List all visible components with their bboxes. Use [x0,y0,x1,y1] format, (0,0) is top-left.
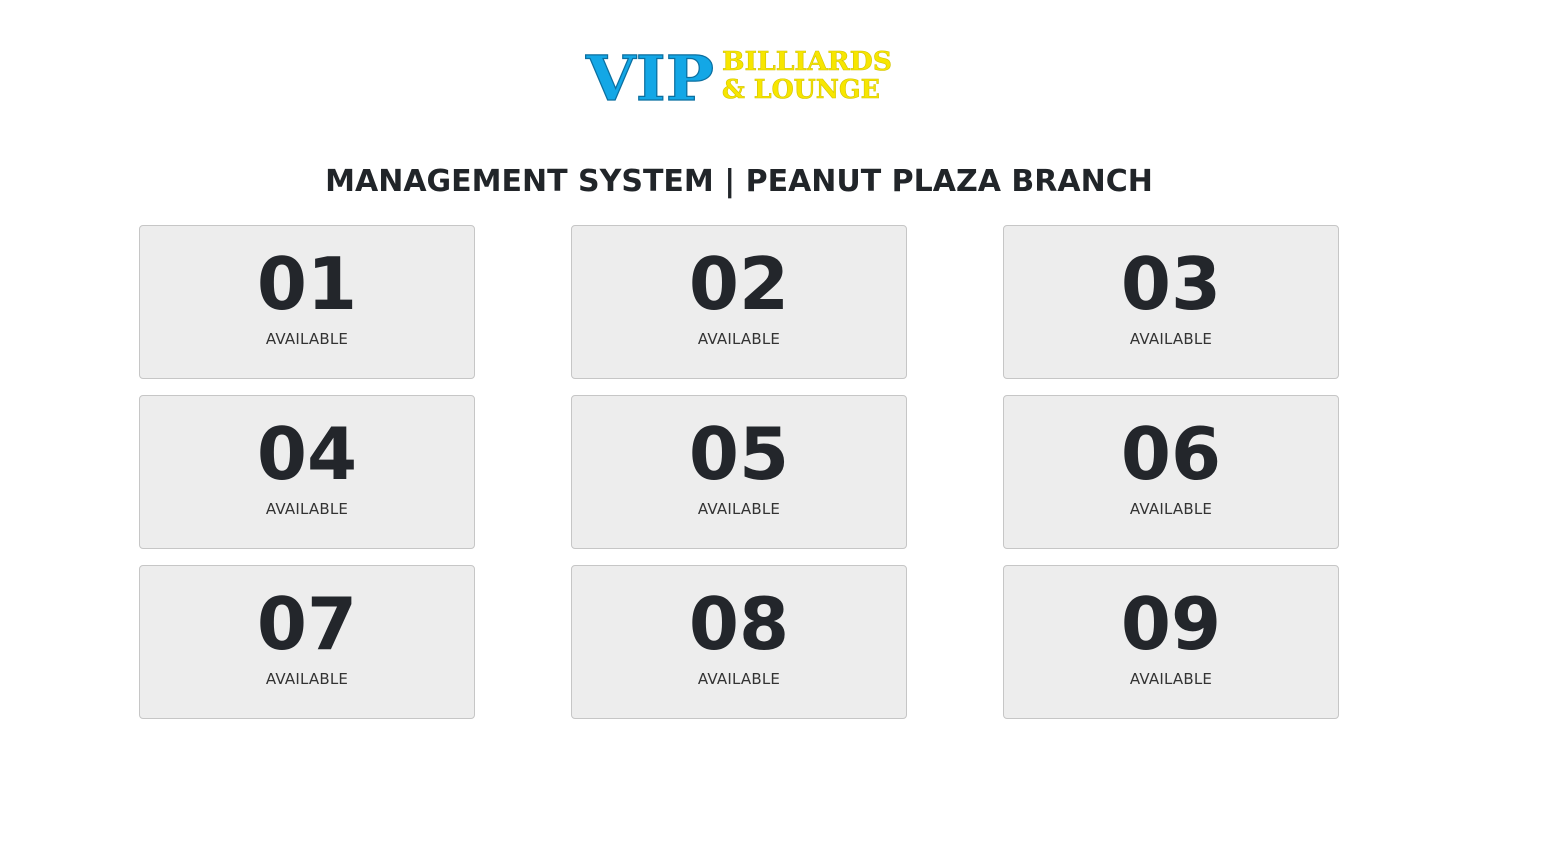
table-card-04[interactable]: 04 AVAILABLE [139,395,475,549]
table-number: 08 [688,582,790,666]
table-number: 07 [256,582,358,666]
table-card-01[interactable]: 01 AVAILABLE [139,225,475,379]
table-number: 02 [688,242,790,326]
logo-lounge-text: & LOUNGE [722,75,880,104]
table-card-05[interactable]: 05 AVAILABLE [571,395,907,549]
table-status: AVAILABLE [697,670,781,688]
table-status: AVAILABLE [697,500,781,518]
table-number: 06 [1120,412,1222,496]
page-title: MANAGEMENT SYSTEM | PEANUT PLAZA BRANCH [325,164,1153,199]
table-card-08[interactable]: 08 AVAILABLE [571,565,907,719]
table-number: 09 [1120,582,1222,666]
logo-vip-text: VIP [585,44,714,104]
table-number: 04 [256,412,358,496]
table-grid: 01 AVAILABLE 02 AVAILABLE 03 AVAILABLE 0… [139,225,1339,719]
table-number: 03 [1120,242,1222,326]
table-card-07[interactable]: 07 AVAILABLE [139,565,475,719]
table-status: AVAILABLE [697,330,781,348]
table-card-06[interactable]: 06 AVAILABLE [1003,395,1339,549]
table-number: 01 [256,242,358,326]
table-status: AVAILABLE [1129,330,1213,348]
logo-graphic: VIP BILLIARDS & LOUNGE [584,44,892,104]
table-status: AVAILABLE [265,500,349,518]
table-card-03[interactable]: 03 AVAILABLE [1003,225,1339,379]
table-status: AVAILABLE [1129,500,1213,518]
table-number: 05 [688,412,790,496]
table-status: AVAILABLE [265,670,349,688]
logo-billiards-text: BILLIARDS [722,47,892,77]
table-status: AVAILABLE [265,330,349,348]
page: VIP BILLIARDS & LOUNGE MANAGEMENT SYSTEM… [0,0,1552,864]
table-card-09[interactable]: 09 AVAILABLE [1003,565,1339,719]
table-card-02[interactable]: 02 AVAILABLE [571,225,907,379]
vip-billiards-logo: VIP BILLIARDS & LOUNGE [584,44,894,104]
table-status: AVAILABLE [1129,670,1213,688]
